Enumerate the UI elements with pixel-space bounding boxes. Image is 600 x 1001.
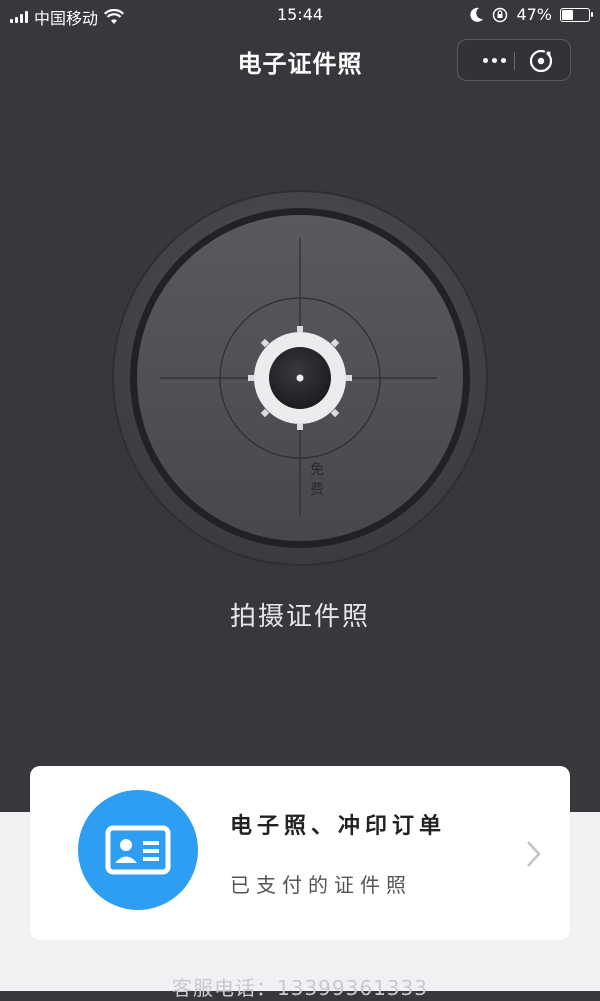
moon-icon (470, 7, 484, 22)
chevron-right-icon (527, 841, 541, 867)
free-badge-char-1: 免 (310, 462, 324, 478)
orders-subtitle: 已支付的证件照 (230, 873, 412, 897)
battery-fill (562, 9, 573, 20)
more-icon[interactable] (476, 40, 512, 80)
shoot-photo-label[interactable]: 拍摄证件照 (0, 596, 600, 633)
camera-icon (248, 326, 352, 430)
customer-service-phone[interactable]: 客服电话：13399361333 (0, 972, 600, 1001)
status-right: 47% (470, 5, 593, 24)
close-icon[interactable] (526, 46, 556, 76)
orientation-lock-icon (493, 7, 508, 22)
battery-icon (560, 7, 593, 22)
free-badge-char-2: 费 (310, 482, 324, 498)
orders-card[interactable]: 电子照、冲印订单 已支付的证件照 (30, 766, 570, 940)
mini-program-capsule (457, 39, 571, 81)
orders-title: 电子照、冲印订单 (230, 814, 447, 839)
battery-percent: 47% (516, 5, 552, 24)
status-bar: 中国移动 15:44 47% (0, 0, 600, 30)
shoot-photo-button[interactable]: 免 费 (112, 190, 488, 566)
capsule-divider (514, 52, 515, 70)
id-card-icon (78, 790, 198, 910)
